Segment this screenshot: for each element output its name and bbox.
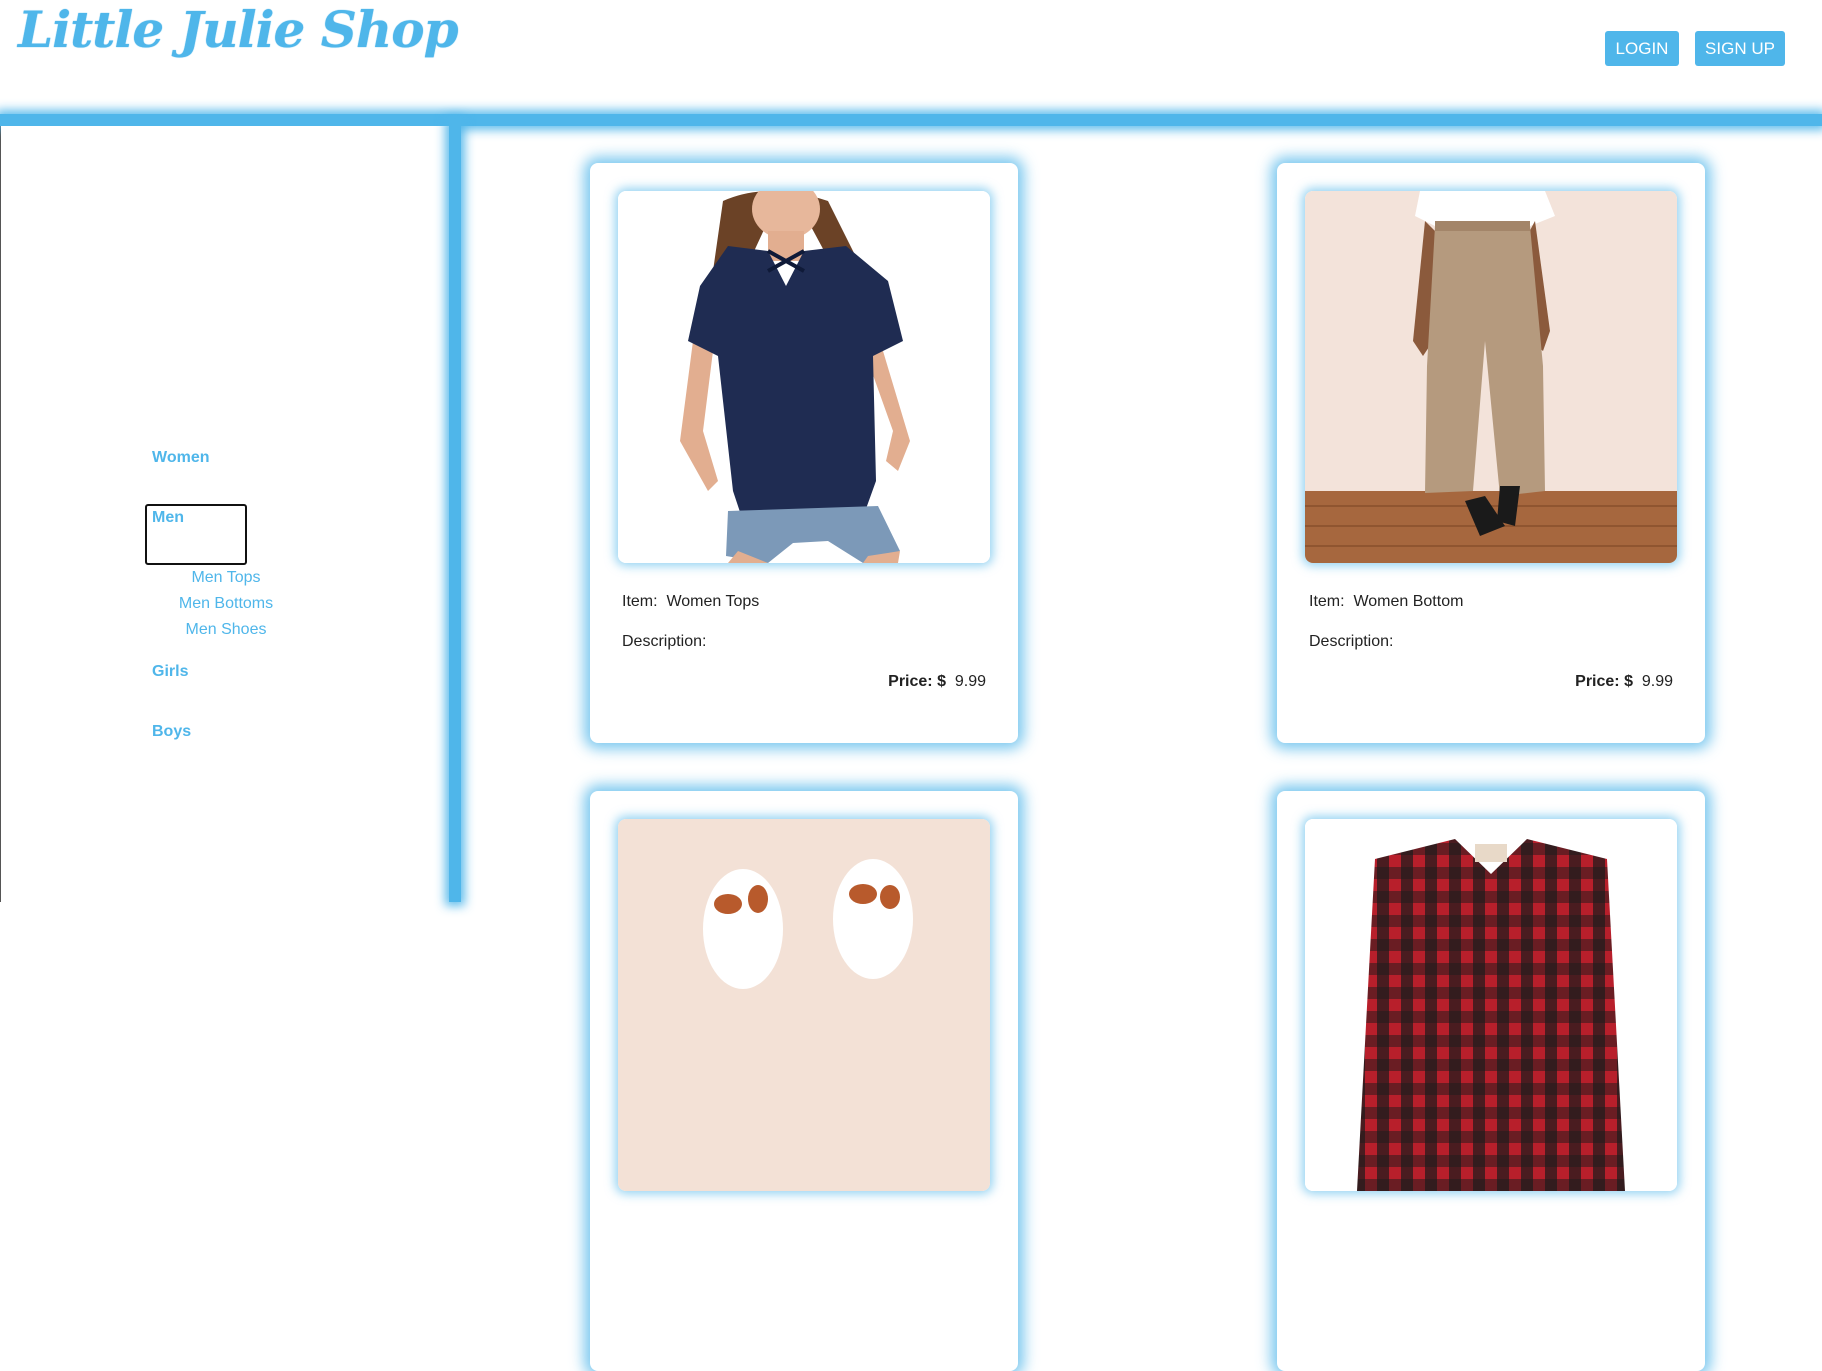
product-price-label: Price:: [1575, 673, 1620, 690]
product-price: Price: $ 9.99: [888, 673, 986, 691]
site-logo[interactable]: Little Julie Shop: [18, 0, 459, 59]
product-image-tan-culottes[interactable]: [1305, 191, 1677, 563]
sidebar-divider: [449, 120, 461, 902]
product-price-currency: $: [1624, 673, 1633, 690]
product-description-label: Description:: [1309, 633, 1394, 650]
product-card[interactable]: [1277, 791, 1705, 1371]
product-item-line: Item: Women Tops: [622, 593, 759, 611]
navy-tshirt-photo-icon: [618, 191, 990, 563]
nav-category-men[interactable]: Men: [152, 509, 184, 527]
product-image-navy-tshirt[interactable]: [618, 191, 990, 563]
product-price-label: Price:: [888, 673, 933, 690]
product-price-value: 9.99: [1641, 673, 1673, 690]
product-description-label: Description:: [622, 633, 707, 650]
login-button[interactable]: LOGIN: [1605, 31, 1679, 66]
slippers-photo-icon: [618, 819, 990, 1191]
site-header: Little Julie Shop LOGIN SIGN UP: [0, 0, 1822, 115]
product-price-currency: $: [937, 673, 946, 690]
nav-category-women[interactable]: Women: [152, 449, 209, 467]
product-item-line: Item: Women Bottom: [1309, 593, 1463, 611]
nav-subcategory-men-shoes[interactable]: Men Shoes: [160, 621, 292, 639]
plaid-shirt-photo-icon: [1305, 819, 1677, 1191]
nav-subcategory-men-tops[interactable]: Men Tops: [160, 569, 292, 587]
product-item-label: Item:: [622, 593, 658, 610]
product-card[interactable]: [590, 791, 1018, 1371]
product-description-line: Description:: [622, 633, 706, 651]
signup-button[interactable]: SIGN UP: [1695, 31, 1785, 66]
header-divider: [0, 114, 1822, 126]
nav-subcategory-men-bottoms[interactable]: Men Bottoms: [160, 595, 292, 613]
product-card[interactable]: Item: Women Bottom Description: Price: $…: [1277, 163, 1705, 743]
product-card[interactable]: Item: Women Tops Description: Price: $ 9…: [590, 163, 1018, 743]
nav-category-girls[interactable]: Girls: [152, 663, 188, 681]
product-price: Price: $ 9.99: [1575, 673, 1673, 691]
product-item-label: Item:: [1309, 593, 1345, 610]
product-image-slippers[interactable]: [618, 819, 990, 1191]
product-item-name: Women Tops: [666, 593, 760, 610]
nav-category-boys[interactable]: Boys: [152, 723, 191, 741]
product-item-name: Women Bottom: [1353, 593, 1464, 610]
product-image-plaid-shirt[interactable]: [1305, 819, 1677, 1191]
tan-culottes-photo-icon: [1305, 191, 1677, 563]
product-price-value: 9.99: [954, 673, 986, 690]
product-description-line: Description:: [1309, 633, 1393, 651]
